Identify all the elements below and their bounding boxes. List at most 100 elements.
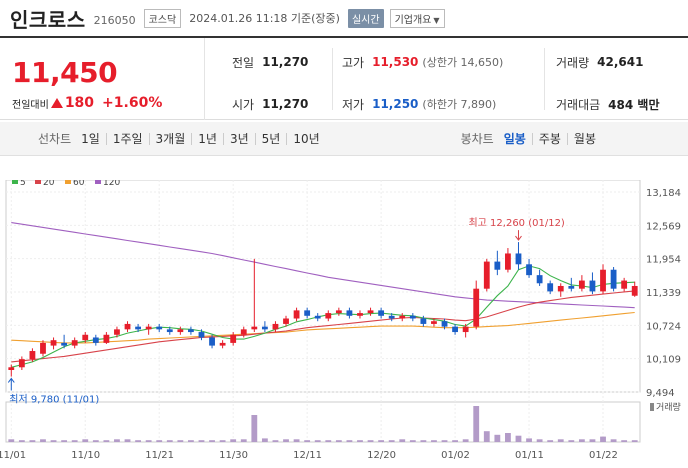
x-tick-label: 01/11: [515, 450, 544, 461]
candle-body: [536, 275, 543, 284]
tab-3y[interactable]: 3년: [224, 132, 256, 145]
legend-swatch: [95, 180, 101, 184]
y-tick-label: 11,954: [646, 255, 681, 266]
candle-body: [50, 340, 57, 346]
volume-bar: [505, 433, 511, 442]
tab-1y[interactable]: 1년: [192, 132, 224, 145]
prev-close-value: 11,270: [262, 55, 309, 69]
high-value: 11,530: [372, 55, 419, 69]
chevron-down-icon: ▼: [433, 15, 440, 25]
candle-body: [198, 332, 205, 338]
low: 저가 11,250 (하한가 7,890): [342, 94, 496, 114]
volume-bar: [557, 439, 564, 442]
stock-header: 인크로스 216050 코스닥 2024.01.26 11:18 기준(장중) …: [0, 0, 688, 36]
realtime-badge[interactable]: 실시간: [347, 8, 384, 28]
tab-daily[interactable]: 일봉: [498, 132, 533, 145]
volume-bar: [230, 439, 237, 442]
legend-swatch: [65, 180, 71, 184]
candle-body: [557, 285, 564, 292]
volume-bar: [409, 440, 416, 442]
company-info-dropdown[interactable]: 기업개요 ▼: [389, 8, 445, 28]
volume-bar: [18, 440, 25, 442]
candle-body: [283, 318, 289, 324]
candle-body: [8, 367, 15, 370]
candle-body: [578, 280, 585, 289]
change-value: 180: [64, 95, 95, 111]
candle-chart-label[interactable]: 봉차트: [461, 130, 494, 147]
legend-label: 5: [20, 180, 26, 188]
volume-bar: [29, 440, 36, 442]
up-arrow-icon: [50, 98, 63, 108]
candle-body: [61, 342, 68, 346]
candle-body: [420, 318, 427, 324]
volume-frame: [5, 401, 641, 443]
quote-panel: 11,450 전일대비 180 +1.60% 전일 11,270 시가 11,2…: [0, 36, 688, 120]
volume-bar: [526, 438, 532, 442]
tab-monthly[interactable]: 월봉: [568, 133, 602, 145]
volume-bar: [515, 435, 522, 442]
volume-bar: [251, 415, 258, 442]
volume-bar: [483, 431, 490, 442]
x-tick-label: 11/21: [145, 450, 174, 461]
candle-body: [441, 321, 448, 327]
stock-name: 인크로스: [10, 7, 86, 32]
volume-bar: [441, 440, 448, 442]
prev-close-label: 전일: [232, 55, 255, 70]
candle-body: [568, 285, 575, 289]
change-percent: +1.60%: [102, 95, 163, 111]
legend-swatch: [35, 180, 41, 184]
volume-bar: [219, 440, 226, 442]
line-chart-label[interactable]: 선차트: [38, 130, 71, 147]
volume-bar: [420, 440, 427, 442]
tab-5y[interactable]: 5년: [256, 132, 288, 145]
tab-3m[interactable]: 3개월: [150, 132, 193, 145]
x-tick-label: 12/20: [367, 450, 396, 461]
candle-body: [177, 329, 184, 333]
volume-bar: [40, 439, 46, 442]
candle-body: [346, 310, 353, 316]
ma20-line: [11, 290, 635, 363]
y-tick-label: 13,184: [646, 188, 681, 199]
stock-code: 216050: [93, 13, 136, 27]
volume-bar: [357, 440, 363, 442]
x-tick-label: 11/10: [71, 450, 100, 461]
volume-bar: [166, 440, 173, 442]
volume-bar: [124, 439, 131, 442]
volume-bar: [431, 440, 437, 442]
tab-10y[interactable]: 10년: [287, 133, 325, 145]
trade-amount-label: 거래대금: [556, 97, 601, 112]
high-limit: (상한가 14,650): [422, 56, 504, 69]
tab-1d[interactable]: 1일: [75, 132, 107, 145]
candle-body: [92, 337, 99, 343]
volume-bar: [145, 440, 152, 442]
volume: 거래량 42,641: [556, 52, 643, 72]
x-tick-label: 11/30: [219, 450, 248, 461]
low-value: 11,250: [372, 97, 419, 111]
candle-body: [261, 326, 268, 330]
volume-bar: [388, 440, 395, 442]
volume-bar: [452, 440, 458, 442]
y-tick-label: 10,109: [646, 355, 681, 366]
candle-body: [103, 334, 110, 343]
candle-body: [631, 285, 638, 296]
candle-body: [526, 264, 532, 276]
candle-body: [462, 326, 469, 333]
volume-bar: [92, 440, 99, 442]
volume-bar: [473, 406, 480, 442]
candle-body: [209, 337, 215, 346]
candle-body: [40, 342, 46, 354]
candle-body: [82, 334, 89, 341]
candle-body: [135, 326, 141, 330]
volume-bar: [610, 439, 617, 442]
volume-bar: [188, 440, 194, 442]
trade-amount-value: 484 백만: [608, 97, 660, 112]
volume-bar: [378, 440, 385, 442]
tab-weekly[interactable]: 주봉: [533, 132, 568, 145]
tab-1w[interactable]: 1주일: [107, 132, 150, 145]
x-tick-label: 12/11: [293, 450, 322, 461]
volume-bar: [589, 439, 596, 442]
prev-close: 전일 11,270: [232, 52, 308, 72]
candle-body: [240, 329, 247, 335]
candle-body: [166, 329, 173, 333]
stock-chart[interactable]: 13,184 12,569 11,954 11,339 10,724 10,109 9,49…: [0, 180, 688, 468]
